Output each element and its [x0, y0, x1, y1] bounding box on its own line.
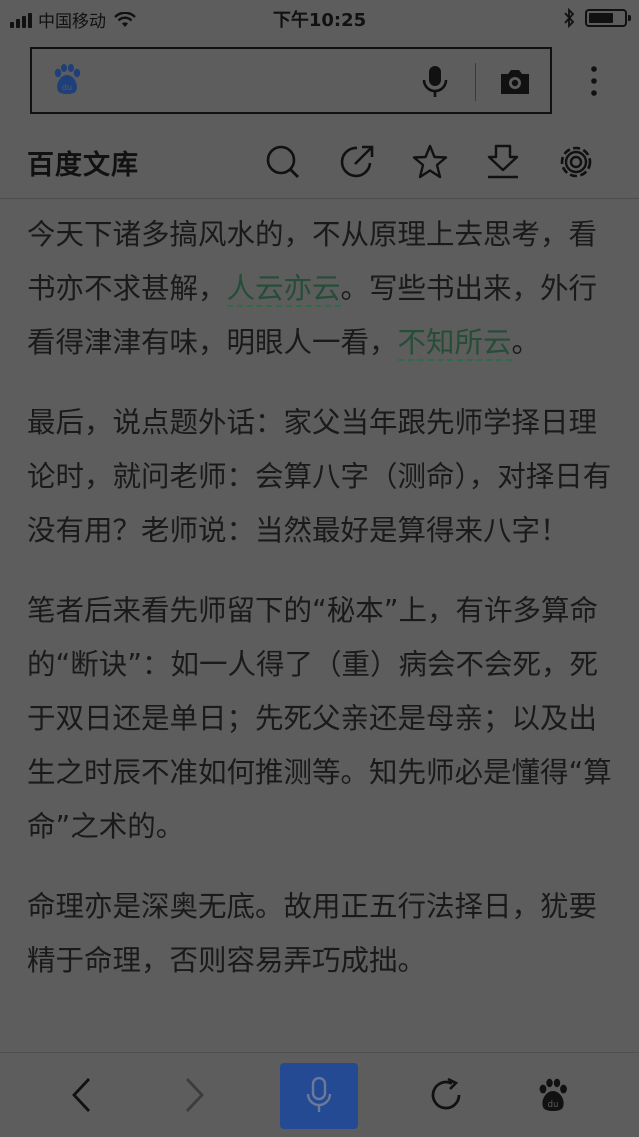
microphone-icon	[306, 1077, 332, 1112]
term-link[interactable]: 人云亦云	[226, 272, 341, 307]
paragraph: 最后，说点题外话：家父当年跟先师学择日理论时，就问老师：会算八字（测命），对择日…	[27, 406, 612, 547]
article-content: 今天下诸多搞风水的，不从原理上去思考，看书亦不求甚解，人云亦云。写些书出来，外行…	[27, 208, 617, 1014]
search-input[interactable]: du	[30, 47, 552, 114]
back-icon[interactable]	[64, 1075, 100, 1115]
refresh-icon[interactable]	[428, 1075, 464, 1115]
paragraph: 命理亦是深奥无底。故用正五行法择日，犹要精于命理，否则容易弄巧成拙。	[27, 890, 598, 977]
clock: 下午10:25	[272, 10, 367, 31]
paragraph: 今天下诸多搞风水的，不从原理上去思考，看书亦不求甚解，人云亦云。写些书出来，外行…	[27, 208, 617, 370]
bottom-toolbar: du	[0, 1052, 639, 1137]
status-bar: 中国移动 下午10:25	[0, 0, 639, 36]
baidu-paw-icon[interactable]: du	[535, 1075, 571, 1115]
search-icon[interactable]	[264, 143, 302, 181]
battery-icon	[585, 9, 631, 27]
svg-text:du: du	[548, 1100, 559, 1110]
term-link[interactable]: 不知所云	[397, 326, 512, 361]
microphone-icon[interactable]	[420, 65, 450, 99]
site-title: 百度文库	[27, 150, 139, 181]
paragraph-text: 。	[511, 326, 541, 359]
bluetooth-icon	[564, 8, 575, 28]
paragraph: 笔者后来看先师留下的“秘本”上，有许多算命的“断诀”：如一人得了（重）病会不会死…	[27, 594, 612, 843]
svg-text:du: du	[62, 83, 72, 92]
divider	[475, 63, 476, 101]
more-vertical-icon[interactable]	[582, 64, 606, 98]
camera-icon[interactable]	[498, 67, 532, 97]
header-divider	[0, 198, 639, 199]
voice-search-button[interactable]	[280, 1063, 358, 1129]
star-icon[interactable]	[411, 143, 449, 181]
settings-icon[interactable]	[557, 143, 595, 181]
forward-icon[interactable]	[176, 1075, 212, 1115]
download-icon[interactable]	[484, 143, 522, 181]
page-header: 百度文库	[0, 125, 639, 199]
baidu-paw-icon: du	[54, 64, 81, 94]
share-icon[interactable]	[338, 143, 376, 181]
